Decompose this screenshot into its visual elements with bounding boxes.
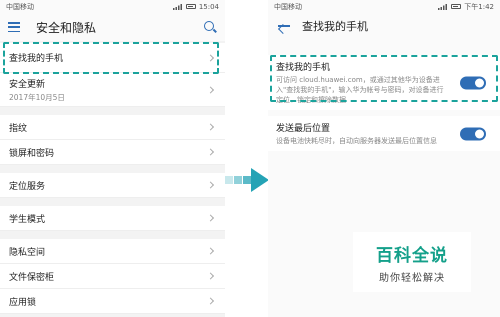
app-bar: 安全和隐私: [0, 13, 225, 41]
row-private-space[interactable]: 隐私空间: [0, 239, 225, 264]
row-student-mode[interactable]: 学生模式: [0, 206, 225, 231]
row-lockscreen-password[interactable]: 锁屏和密码: [0, 140, 225, 165]
signal-icon: [438, 3, 448, 10]
battery-icon: [451, 4, 462, 9]
row-fingerprint[interactable]: 指纹: [0, 115, 225, 140]
row-label: 锁屏和密码: [9, 148, 55, 159]
settings-list: 查找我的手机 安全更新 2017年10月5日 指纹 锁屏和密码 定位服务 学生模…: [0, 41, 225, 314]
clock: 下午1:42: [464, 2, 494, 11]
clock: 15:04: [198, 2, 219, 11]
row-label: 安全更新: [9, 79, 46, 90]
watermark-subtitle: 助你轻松解决: [379, 272, 445, 284]
settings-screen-left: 中国移动 15:04 安全和隐私 查找我的手机 安全更新 2017年10月5日 …: [0, 0, 225, 317]
watermark-logo: 百科全说 助你轻松解决: [353, 232, 471, 292]
status-bar: 中国移动 15:04: [0, 0, 225, 13]
page-title: 安全和隐私: [36, 20, 97, 35]
setting-send-last-location[interactable]: 发送最后位置 设备电池快耗尽时，自动向服务器发送最后位置信息: [268, 116, 500, 151]
setting-description: 设备电池快耗尽时，自动向服务器发送最后位置信息: [276, 137, 437, 145]
row-label: 文件保密柜: [9, 272, 55, 283]
watermark-title: 百科全说: [376, 245, 448, 266]
setting-find-my-phone[interactable]: 查找我的手机 可访问 cloud.huawei.com，或通过其他华为设备进入"…: [268, 55, 500, 110]
row-label: 定位服务: [9, 181, 46, 192]
row-label: 隐私空间: [9, 247, 46, 258]
carrier-label: 中国移动: [6, 2, 34, 11]
row-label: 指纹: [9, 123, 28, 134]
row-label: 学生模式: [9, 214, 46, 225]
row-app-lock[interactable]: 应用锁: [0, 289, 225, 314]
setting-description: 可访问 cloud.huawei.com，或通过其他华为设备进入"查找我的手机"…: [276, 76, 444, 104]
row-find-my-phone[interactable]: 查找我的手机: [0, 43, 225, 73]
setting-title: 查找我的手机: [276, 63, 331, 73]
carrier-label: 中国移动: [274, 2, 302, 11]
page-title: 查找我的手机: [302, 20, 368, 33]
menu-icon[interactable]: [8, 22, 20, 32]
arrow-right-icon: [225, 168, 269, 192]
app-bar: 查找我的手机: [268, 13, 500, 39]
row-label: 查找我的手机: [9, 54, 64, 64]
row-sublabel: 2017年10月5日: [9, 92, 65, 102]
send-last-location-toggle[interactable]: [460, 127, 486, 140]
battery-icon: [185, 4, 196, 9]
status-bar: 中国移动 下午1:42: [268, 0, 500, 13]
row-label: 应用锁: [9, 297, 37, 308]
search-icon[interactable]: [203, 20, 217, 34]
row-file-safe[interactable]: 文件保密柜: [0, 264, 225, 289]
signal-icon: [172, 3, 183, 10]
back-arrow-icon[interactable]: [278, 21, 290, 31]
row-location-service[interactable]: 定位服务: [0, 173, 225, 198]
find-my-phone-toggle[interactable]: [460, 76, 486, 89]
chevron-right-icon: [206, 85, 215, 94]
row-security-update[interactable]: 安全更新 2017年10月5日: [0, 73, 225, 107]
